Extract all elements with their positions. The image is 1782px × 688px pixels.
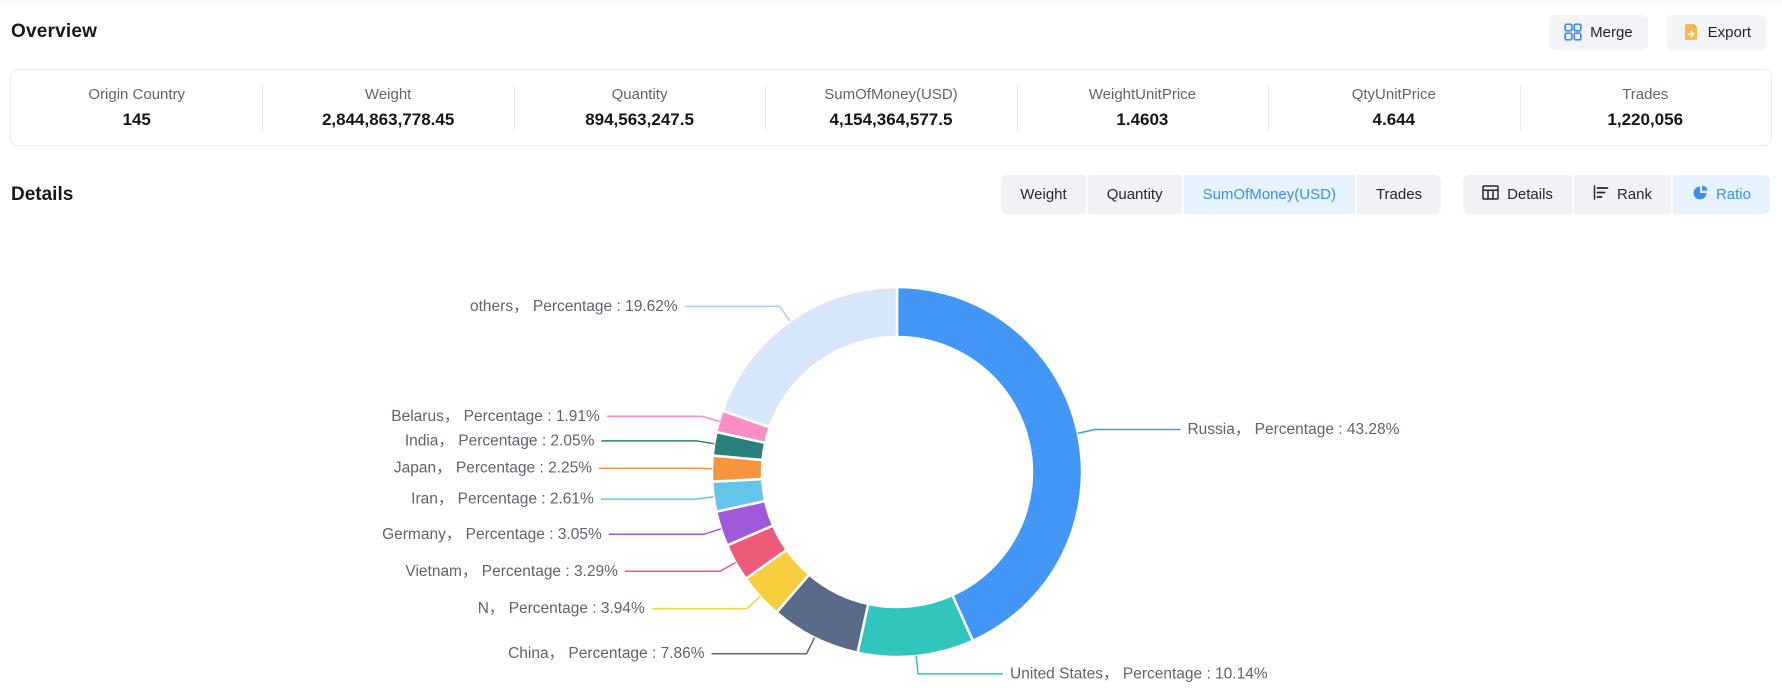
view-tab-rank[interactable]: Rank: [1574, 175, 1671, 214]
export-icon: [1682, 23, 1700, 41]
merge-button-label: Merge: [1590, 24, 1633, 41]
tab-label: SumOfMoney(USD): [1203, 186, 1336, 203]
pie-label-iran: Iran， Percentage : 2.61%: [411, 491, 594, 508]
stat-value: 1.4603: [1017, 110, 1268, 130]
pie-label-line-russia: [1078, 429, 1181, 433]
table-icon: [1482, 185, 1499, 204]
stat-sum-of-money: SumOfMoney(USD) 4,154,364,577.5: [765, 86, 1016, 130]
pie-label-germany: Germany， Percentage : 3.05%: [382, 526, 602, 543]
tab-quantity[interactable]: Quantity: [1088, 175, 1182, 214]
pie-label-line-united-states: [916, 656, 1003, 674]
pie-label-n: N， Percentage : 3.94%: [478, 600, 645, 617]
tab-sum-of-money[interactable]: SumOfMoney(USD): [1184, 175, 1355, 214]
merge-button[interactable]: Merge: [1549, 15, 1648, 50]
stat-value: 1,220,056: [1520, 110, 1771, 130]
pie-slice-others[interactable]: [722, 287, 897, 427]
stat-label: Weight: [262, 86, 513, 103]
stat-quantity: Quantity 894,563,247.5: [514, 86, 765, 130]
view-tab-details[interactable]: Details: [1463, 175, 1572, 214]
stat-label: Origin Country: [11, 86, 262, 103]
tab-label: Weight: [1020, 186, 1066, 203]
pie-label-line-china: [712, 638, 815, 654]
topbar: Overview Merge: [0, 0, 1782, 50]
details-header: Details Weight Quantity SumOfMoney(USD) …: [0, 174, 1782, 215]
merge-icon: [1564, 23, 1582, 41]
stat-value: 4.644: [1268, 110, 1519, 130]
pie-label-line-n: [652, 597, 760, 609]
pie-label-india: India， Percentage : 2.05%: [405, 432, 595, 449]
export-button-label: Export: [1708, 24, 1751, 41]
stat-label: Quantity: [514, 86, 765, 103]
pie-label-japan: Japan， Percentage : 2.25%: [394, 460, 592, 477]
pie-slice-united-states[interactable]: [858, 595, 973, 657]
stat-value: 4,154,364,577.5: [765, 110, 1016, 130]
metric-tab-group: Weight Quantity SumOfMoney(USD) Trades: [1001, 175, 1441, 214]
tab-label: Quantity: [1107, 186, 1163, 203]
pie-label-line-vietnam: [625, 562, 736, 571]
pie-label-china: China， Percentage : 7.86%: [508, 645, 705, 662]
tab-trades[interactable]: Trades: [1357, 175, 1441, 214]
stat-qty-unit-price: QtyUnitPrice 4.644: [1268, 86, 1519, 130]
stat-label: QtyUnitPrice: [1268, 86, 1519, 103]
view-tab-label: Rank: [1617, 186, 1652, 203]
stat-weight: Weight 2,844,863,778.45: [262, 86, 513, 130]
stat-value: 2,844,863,778.45: [262, 110, 513, 130]
details-controls: Weight Quantity SumOfMoney(USD) Trades: [1001, 175, 1770, 214]
overview-stats-card: Origin Country 145 Weight 2,844,863,778.…: [10, 69, 1772, 146]
pie-label-united-states: United States， Percentage : 10.14%: [1010, 665, 1268, 682]
view-tab-label: Ratio: [1716, 186, 1751, 203]
page-title: Overview: [11, 21, 97, 43]
pie-label-others: others， Percentage : 19.62%: [470, 298, 678, 315]
view-tab-label: Details: [1507, 186, 1553, 203]
rank-icon: [1593, 185, 1609, 204]
view-tab-ratio[interactable]: Ratio: [1673, 175, 1770, 214]
stat-label: WeightUnitPrice: [1017, 86, 1268, 103]
pie-label-russia: Russia， Percentage : 43.28%: [1187, 421, 1399, 438]
stat-trades: Trades 1,220,056: [1520, 86, 1771, 130]
pie-label-line-others: [685, 306, 790, 321]
tab-weight[interactable]: Weight: [1001, 175, 1085, 214]
details-title: Details: [11, 184, 73, 206]
stat-value: 894,563,247.5: [514, 110, 765, 130]
pie-label-line-belarus: [607, 416, 719, 421]
trade-dashboard: Overview Merge: [0, 0, 1782, 688]
stat-origin-country: Origin Country 145: [11, 86, 262, 130]
pie-label-line-iran: [601, 497, 714, 499]
pie-label-line-india: [601, 441, 714, 444]
stat-weight-unit-price: WeightUnitPrice 1.4603: [1017, 86, 1268, 130]
tab-label: Trades: [1376, 186, 1422, 203]
view-tab-group: Details Rank: [1463, 175, 1770, 214]
export-button[interactable]: Export: [1667, 15, 1766, 50]
pie-label-line-germany: [609, 529, 721, 535]
pie-label-belarus: Belarus， Percentage : 1.91%: [391, 408, 600, 425]
pie-slice-russia[interactable]: [897, 287, 1082, 641]
topbar-actions: Merge Export: [1549, 15, 1766, 50]
stat-value: 145: [11, 110, 262, 130]
stat-label: SumOfMoney(USD): [765, 86, 1016, 103]
pie-label-vietnam: Vietnam， Percentage : 3.29%: [405, 563, 618, 580]
ratio-icon: [1692, 185, 1708, 205]
stat-label: Trades: [1520, 86, 1771, 103]
